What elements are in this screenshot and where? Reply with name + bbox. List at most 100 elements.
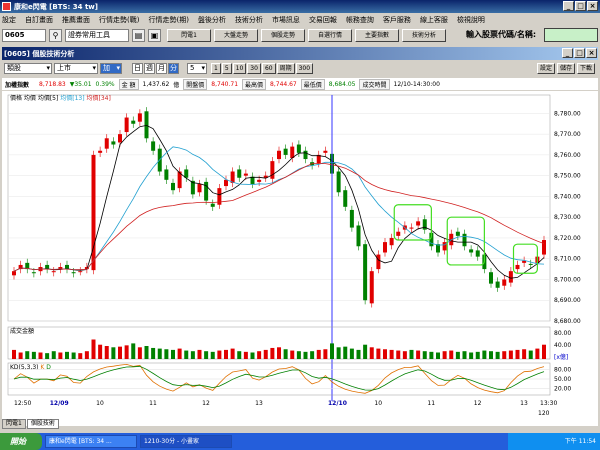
menu-item[interactable]: 設定 [2,15,16,25]
window-tab[interactable]: 閃電1 [2,419,26,429]
candle-body [144,111,149,139]
candle-body [210,203,215,207]
chart-action-button[interactable]: 設定 [536,63,555,74]
search-icon[interactable]: ⚲ [49,29,62,42]
inner-close-button[interactable]: × [586,48,597,58]
volume-bar [535,348,540,359]
chart-action-button[interactable]: 下載 [576,63,595,74]
volume-bar [31,351,36,359]
candle-body [495,281,500,288]
tool-dropdown[interactable]: 證券常用工具 [65,29,129,42]
quick-button[interactable]: 個股走勢 [261,29,305,42]
menu-item[interactable]: 盤後分析 [198,15,226,25]
candle-body [71,272,76,274]
candle-body [409,227,414,229]
x-axis-label: 12:50 [14,400,31,407]
quick-button[interactable]: 技術分析 [402,29,446,42]
period-button[interactable]: 週 [144,63,155,74]
volume-bar [243,351,248,359]
close-button[interactable]: × [587,1,598,11]
print-icon[interactable]: ▤ [132,29,145,42]
menu-item[interactable]: 客戶服務 [383,15,411,25]
volume-bar [376,348,381,359]
stock-input[interactable] [544,28,598,42]
chart-area[interactable]: 價格 均價 均價[5] 均價[13] 均價[34] 8,680.00 8,690.… [2,91,598,426]
volume-bar [190,351,195,359]
range-button[interactable]: 周期 [276,63,295,74]
menu-item[interactable]: 線上客服 [420,15,448,25]
candle-body [522,260,527,263]
menu-item[interactable]: 檢視說明 [457,15,485,25]
clock: 下午 11:54 [564,438,596,445]
volume-bar [18,352,23,359]
quick-button[interactable]: 主要指數 [355,29,399,42]
range-button[interactable]: 60 [261,63,276,74]
candle-body [389,237,394,246]
volume-bar [250,352,255,359]
minutes-select[interactable]: 5 [187,63,207,74]
range-button[interactable]: 5 [221,63,232,74]
menu-item[interactable]: 自訂畫面 [25,15,53,25]
index-select[interactable]: 加 [100,63,122,74]
volume-bar [389,349,394,359]
task-app-1[interactable]: 康和e閃電 [BTS: 34 ... [45,435,137,448]
menu-item[interactable]: 市場訊息 [272,15,300,25]
task-app-2[interactable]: 1210-30分 - 小畫家 [140,435,232,448]
period-button[interactable]: 月 [156,63,167,74]
maximize-button[interactable]: □ [575,1,586,11]
volume-bar [436,352,440,359]
candle-body [356,225,361,247]
range-button[interactable]: 30 [247,63,261,74]
volume-bar [151,347,156,359]
taskbar: 開始 康和e閃電 [BTS: 34 ... 1210-30分 - 小畫家 下午 … [0,433,600,450]
period-button[interactable]: 日 [132,63,143,74]
volume-bar [131,343,136,359]
amount-label-2: 額 [129,81,136,89]
menu-item[interactable]: 推薦畫面 [62,15,90,25]
volume-bar [462,351,467,359]
chart-action-button[interactable]: 儲存 [556,63,575,74]
range-button[interactable]: 300 [295,63,314,74]
inner-maximize-button[interactable]: □ [574,48,585,58]
volume-bar [25,351,30,359]
category-select[interactable]: 類股 [4,63,52,74]
price-chart[interactable]: 價格 均價 均價[5] 均價[13] 均價[34] 8,680.00 8,690.… [2,91,598,419]
range-button[interactable]: 10 [232,63,247,74]
quick-button[interactable]: 大盤走勢 [214,29,258,42]
inner-minimize-button[interactable]: _ [562,48,573,58]
volume-bar [98,344,103,359]
candle-body [542,240,546,255]
range-button[interactable]: 1 [211,63,221,74]
volume-bar [290,350,295,359]
window-icon[interactable]: ▣ [148,29,161,42]
candle-body [416,221,421,226]
volume-bar [402,351,407,359]
candle-body [124,117,129,133]
x-axis-label: 13 [255,400,263,407]
price-tick-label: 8,750.00 [554,173,581,180]
period-button[interactable]: 分 [168,63,179,74]
volume-bar [263,349,268,359]
market-select[interactable]: 上市 [54,63,98,74]
quick-button[interactable]: 自選行情 [308,29,352,42]
menu-item[interactable]: 技術分析 [235,15,263,25]
menu-item[interactable]: 帳務查詢 [346,15,374,25]
code-input[interactable]: 0605 [2,29,46,42]
candle-body [303,150,308,160]
stock-input-label: 輸入股票代碼/名稱: [466,30,537,39]
volume-bar [442,351,447,359]
menu-item[interactable]: 交易回報 [309,15,337,25]
menu-item[interactable]: 行情走勢(期) [148,15,188,25]
x-axis-label: 12 [202,400,210,407]
volume-bar [303,351,308,359]
quick-button[interactable]: 閃電1 [167,29,211,42]
volume-bar [217,350,222,359]
menu-item[interactable]: 行情走勢(戰) [99,15,139,25]
start-button[interactable]: 開始 [0,433,42,450]
quote-info-bar: 加權指數 8,718.83 ▼35.01 0.39% 金 額 1,437.62 … [2,78,598,90]
volume-bar [84,351,89,359]
candle-body [51,271,56,273]
window-tab[interactable]: 個股技術 [26,419,59,429]
x-axis-label: 11 [149,400,157,407]
minimize-button[interactable]: _ [563,1,574,11]
